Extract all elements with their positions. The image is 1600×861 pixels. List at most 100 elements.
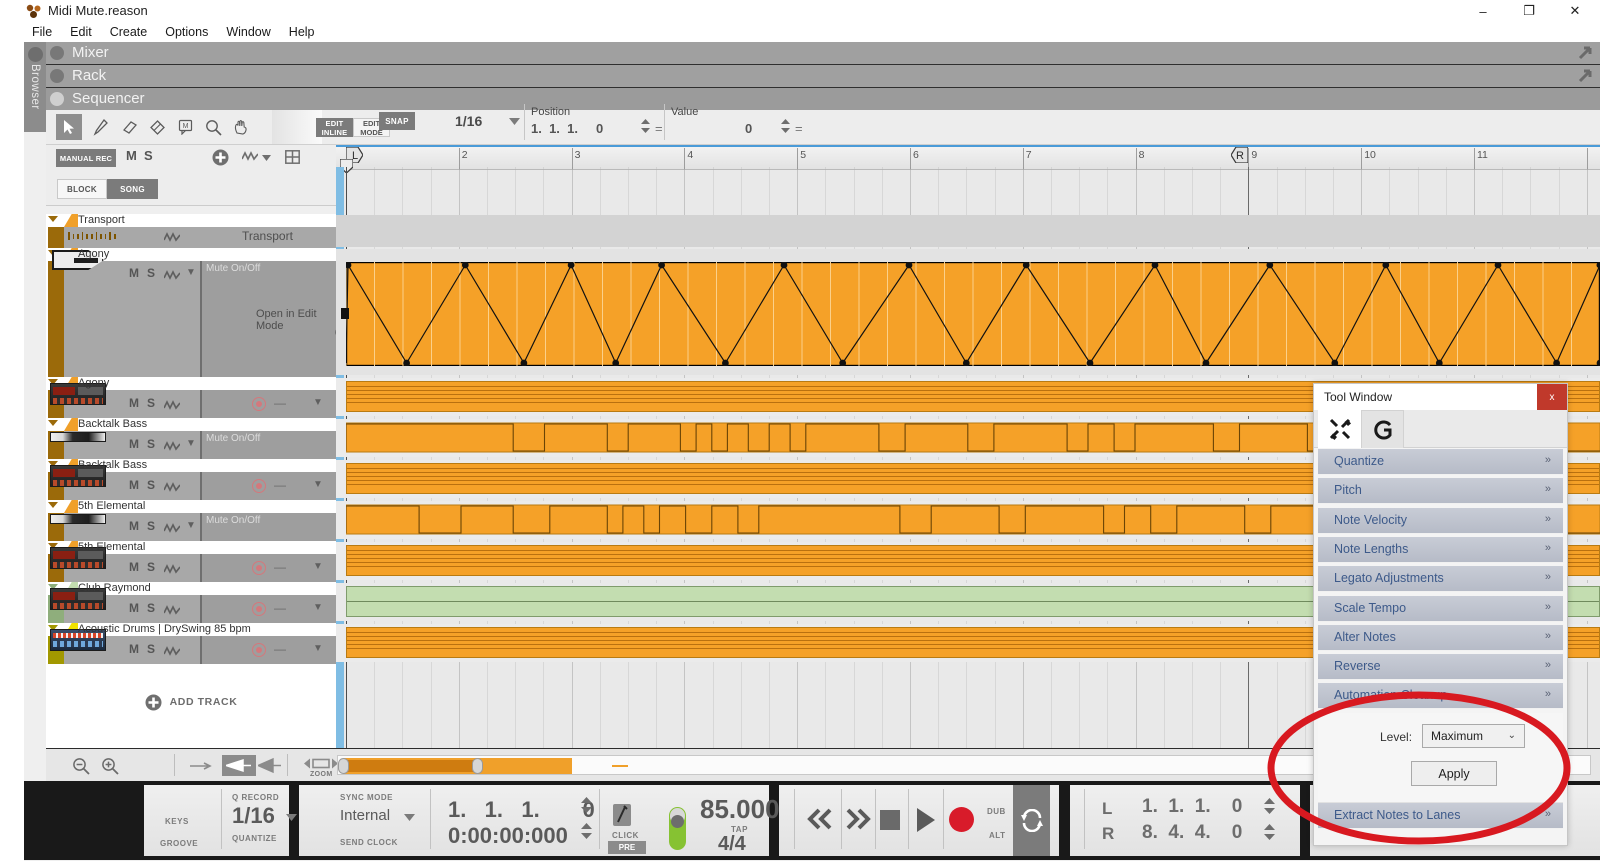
track-name[interactable]: Backtalk Bass bbox=[78, 418, 147, 431]
pre-button[interactable]: PRE bbox=[608, 841, 646, 854]
fast-forward-icon[interactable] bbox=[842, 806, 872, 832]
record-enable-icon[interactable] bbox=[252, 561, 266, 575]
quantize-value[interactable]: 1/16 bbox=[232, 803, 275, 829]
tool-row-note-velocity[interactable]: Note Velocity » bbox=[1318, 508, 1563, 534]
timeline-ruler[interactable]: 2 3 4 5 6 7 8 9 10 11 L R bbox=[336, 145, 1600, 173]
track-solo-button[interactable]: S bbox=[147, 560, 155, 574]
chevron-expand-icon[interactable]: » bbox=[1545, 808, 1551, 820]
track-row[interactable]: Backtalk BassMS—▼M✕ bbox=[46, 459, 336, 500]
track-mute-button[interactable]: M bbox=[129, 519, 139, 533]
pencil-draw-icon[interactable] bbox=[88, 114, 114, 140]
track-mute-button[interactable]: M bbox=[129, 601, 139, 615]
track-row[interactable]: Backtalk Bass MS ▼ Mute On/OffM✕ bbox=[46, 418, 336, 459]
track-mute-button[interactable]: M bbox=[129, 266, 139, 280]
chevron-expand-icon[interactable]: » bbox=[1545, 542, 1551, 554]
automation-waveform-icon[interactable] bbox=[164, 269, 180, 281]
add-track-button[interactable]: ADD TRACK bbox=[46, 682, 336, 722]
track-solo-button[interactable]: S bbox=[147, 519, 155, 533]
chevron-down-icon[interactable] bbox=[262, 155, 271, 161]
open-in-edit-mode-link[interactable]: Open in Edit Mode bbox=[256, 308, 336, 332]
track-name[interactable]: Backtalk Bass bbox=[78, 459, 147, 472]
lane-chevron-icon[interactable]: ▼ bbox=[313, 479, 323, 490]
automation-waveform-icon[interactable] bbox=[164, 563, 180, 575]
chevron-expand-icon[interactable]: » bbox=[1545, 630, 1551, 642]
track-name[interactable]: Agony bbox=[78, 377, 109, 390]
track-solo-button[interactable]: S bbox=[147, 437, 155, 451]
song-button[interactable]: SONG bbox=[107, 179, 158, 199]
lane-chevron-icon[interactable]: ▼ bbox=[313, 561, 323, 572]
grid-view-icon[interactable] bbox=[285, 150, 300, 164]
magnifier-zoom-icon[interactable] bbox=[200, 114, 226, 140]
value-stepper[interactable] bbox=[781, 119, 790, 133]
tool-row-scale-tempo[interactable]: Scale Tempo » bbox=[1318, 596, 1563, 622]
menu-file[interactable]: File bbox=[32, 25, 52, 39]
magnifier-plus-icon[interactable] bbox=[101, 757, 119, 775]
track-row[interactable]: Club RaymondMS—▼M✕ bbox=[46, 582, 336, 623]
track-mute-button[interactable]: M bbox=[129, 396, 139, 410]
device-thumbnail[interactable] bbox=[50, 514, 106, 524]
automation-waveform-icon[interactable] bbox=[164, 440, 180, 452]
track-row[interactable]: 5th ElementalMS—▼M✕ bbox=[46, 541, 336, 582]
chevron-expand-icon[interactable]: » bbox=[1545, 601, 1551, 613]
expand-arrow-icon[interactable] bbox=[1578, 46, 1592, 60]
position-stepper-bars[interactable] bbox=[581, 797, 592, 813]
minimize-button[interactable]: – bbox=[1460, 0, 1506, 22]
lane-parameter-label[interactable]: Mute On/Off bbox=[206, 263, 260, 274]
track-mute-button[interactable]: M bbox=[129, 437, 139, 451]
lane-chevron-icon[interactable]: ▼ bbox=[313, 643, 323, 654]
track-name[interactable]: Agony bbox=[78, 248, 109, 261]
record-enable-icon[interactable] bbox=[252, 397, 266, 411]
menu-create[interactable]: Create bbox=[110, 25, 148, 39]
track-collapse-triangle[interactable] bbox=[48, 502, 58, 508]
track-solo-button[interactable]: S bbox=[147, 266, 155, 280]
loop-right-value[interactable]: 8. 4. 4. 0 bbox=[1142, 822, 1242, 844]
tool-window-title-bar[interactable]: Tool Window bbox=[1314, 384, 1567, 410]
mixer-toggle-dot[interactable] bbox=[50, 46, 64, 60]
automation-waveform-icon[interactable] bbox=[164, 645, 180, 657]
apply-button[interactable]: Apply bbox=[1411, 761, 1497, 786]
automation-waveform-icon[interactable] bbox=[164, 231, 180, 243]
tool-row-reverse[interactable]: Reverse » bbox=[1318, 654, 1563, 680]
close-button[interactable]: ✕ bbox=[1552, 0, 1598, 22]
chevron-down-icon[interactable] bbox=[286, 814, 297, 821]
track-name[interactable]: 5th Elemental bbox=[78, 541, 145, 554]
tempo-value[interactable]: 85.000 bbox=[700, 794, 780, 825]
zoom-fit-icon[interactable] bbox=[304, 757, 338, 770]
dub-label[interactable]: DUB bbox=[987, 807, 1006, 816]
sync-mode-value[interactable]: Internal bbox=[340, 807, 390, 824]
position-value[interactable]: 1. 1. 1. 0 bbox=[531, 121, 603, 136]
loop-button[interactable] bbox=[1013, 785, 1050, 856]
tool-window[interactable]: Tool Window x Quantize» Pitch» Note Veloci… bbox=[1313, 383, 1568, 846]
tool-row-extract-notes-to-lanes[interactable]: Extract Notes to Lanes » bbox=[1318, 803, 1563, 829]
track-row[interactable]: Transport Transport bbox=[46, 214, 336, 248]
loop-left-stepper[interactable] bbox=[1264, 798, 1275, 814]
razor-cut-icon[interactable] bbox=[144, 114, 170, 140]
time-signature[interactable]: 4/4 bbox=[718, 833, 746, 856]
lane-height-small-icon[interactable] bbox=[190, 761, 216, 771]
track-mute-button[interactable]: M bbox=[129, 478, 139, 492]
menu-help[interactable]: Help bbox=[289, 25, 315, 39]
lane-chevron-icon[interactable]: ▼ bbox=[313, 602, 323, 613]
track-row[interactable]: AgonyMS—▼M✕ bbox=[46, 377, 336, 418]
mute-tool-icon[interactable]: M bbox=[172, 114, 198, 140]
click-level-slider[interactable] bbox=[669, 807, 686, 850]
track-collapse-triangle[interactable] bbox=[48, 420, 58, 426]
track-collapse-triangle[interactable] bbox=[48, 216, 58, 222]
automation-waveform-icon[interactable] bbox=[164, 481, 180, 493]
rack-toggle-dot[interactable] bbox=[50, 69, 64, 83]
right-locator[interactable]: R bbox=[1231, 147, 1249, 163]
track-row[interactable]: 5th Elemental MS ▼ Mute On/OffM✕ bbox=[46, 500, 336, 541]
send-clock-label[interactable]: SEND CLOCK bbox=[340, 838, 398, 847]
tool-row-quantize[interactable]: Quantize » bbox=[1318, 449, 1563, 475]
chevron-expand-icon[interactable]: » bbox=[1545, 688, 1551, 700]
track-name[interactable]: Club Raymond bbox=[78, 582, 151, 595]
automation-waveform-icon[interactable] bbox=[164, 399, 180, 411]
transport-position-bars[interactable]: 1. 1. 1. 0 bbox=[448, 797, 595, 823]
play-icon[interactable] bbox=[915, 807, 937, 833]
automation-clip-selected[interactable] bbox=[346, 262, 1600, 366]
click-metronome-icon[interactable] bbox=[611, 802, 633, 828]
lane-height-medium-button[interactable] bbox=[222, 755, 256, 776]
chevron-down-icon[interactable] bbox=[404, 814, 415, 821]
track-lane-chevron[interactable]: ▼ bbox=[186, 267, 196, 278]
lane-height-large-icon[interactable] bbox=[258, 757, 282, 774]
